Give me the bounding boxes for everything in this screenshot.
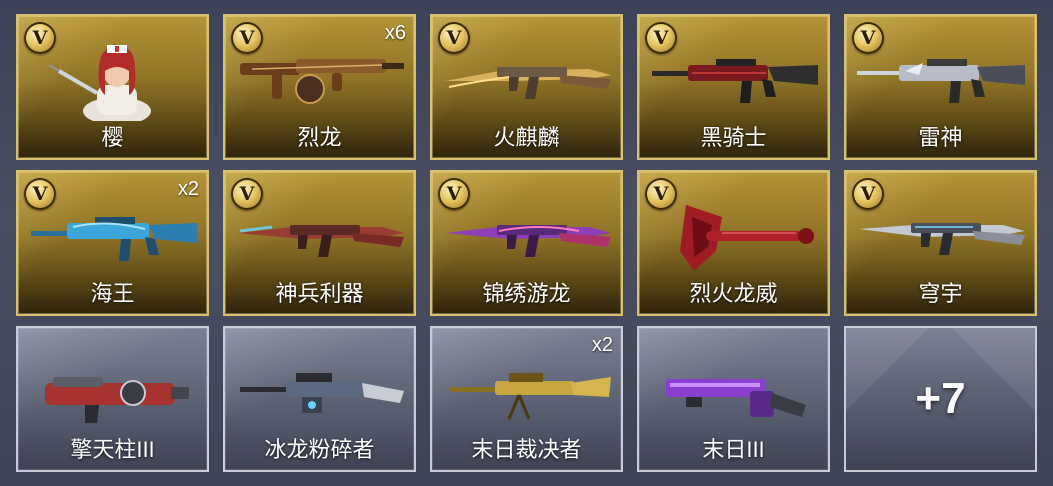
item-name: 火麒麟	[493, 125, 560, 150]
item-name: 烈火龙威	[689, 281, 778, 306]
reward-card[interactable]: 擎天柱III	[16, 326, 209, 472]
item-name: 烈龙	[297, 125, 342, 150]
machine-gun-icon	[432, 350, 621, 436]
reward-card[interactable]: V 樱	[16, 14, 209, 160]
reward-card[interactable]: V x6 烈龙	[223, 14, 416, 160]
heavy-gun-icon	[639, 350, 828, 436]
reward-card[interactable]: V 锦绣游龙	[430, 170, 623, 316]
item-name: 末日III	[702, 437, 765, 462]
m4-rifle-icon	[846, 38, 1035, 124]
item-name: 锦绣游龙	[482, 281, 571, 306]
reward-grid: V 樱 V x6 烈龙 V 火麒麟 V 黑骑士 V 雷神 V x2 海王 V 神…	[16, 14, 1037, 472]
reward-card[interactable]: V x2 海王	[16, 170, 209, 316]
machine-gun-icon	[225, 350, 414, 436]
reward-card[interactable]: V 雷神	[844, 14, 1037, 160]
item-name: 海王	[90, 281, 135, 306]
reward-card[interactable]: V 火麒麟	[430, 14, 623, 160]
smg-drum-icon	[225, 38, 414, 124]
reward-card[interactable]: 冰龙粉碎者	[223, 326, 416, 472]
ak-rifle-icon	[225, 194, 414, 280]
reward-card[interactable]: 末日III	[637, 326, 830, 472]
reward-card[interactable]: V 神兵利器	[223, 170, 416, 316]
reward-card[interactable]: V 黑骑士	[637, 14, 830, 160]
item-name: 穹宇	[918, 281, 963, 306]
ak-rifle-icon	[432, 38, 621, 124]
item-name: 神兵利器	[275, 281, 364, 306]
more-items-button[interactable]: +7	[844, 326, 1037, 472]
item-name: 雷神	[918, 125, 963, 150]
item-name: 黑骑士	[700, 125, 767, 150]
more-count: +7	[915, 374, 966, 423]
item-name: 樱	[101, 125, 124, 150]
nurse-character-icon	[18, 38, 207, 124]
m4-rifle-icon	[18, 194, 207, 280]
item-name: 擎天柱III	[70, 437, 155, 462]
reward-card[interactable]: x2 末日裁决者	[430, 326, 623, 472]
ak-rifle-icon	[432, 194, 621, 280]
ak-rifle-icon	[846, 194, 1035, 280]
reward-card[interactable]: V 烈火龙威	[637, 170, 830, 316]
axe-icon	[639, 194, 828, 280]
item-name: 末日裁决者	[471, 437, 582, 462]
heavy-gun-icon	[18, 350, 207, 436]
m4-rifle-icon	[639, 38, 828, 124]
reward-card[interactable]: V 穹宇	[844, 170, 1037, 316]
item-name: 冰龙粉碎者	[264, 437, 375, 462]
